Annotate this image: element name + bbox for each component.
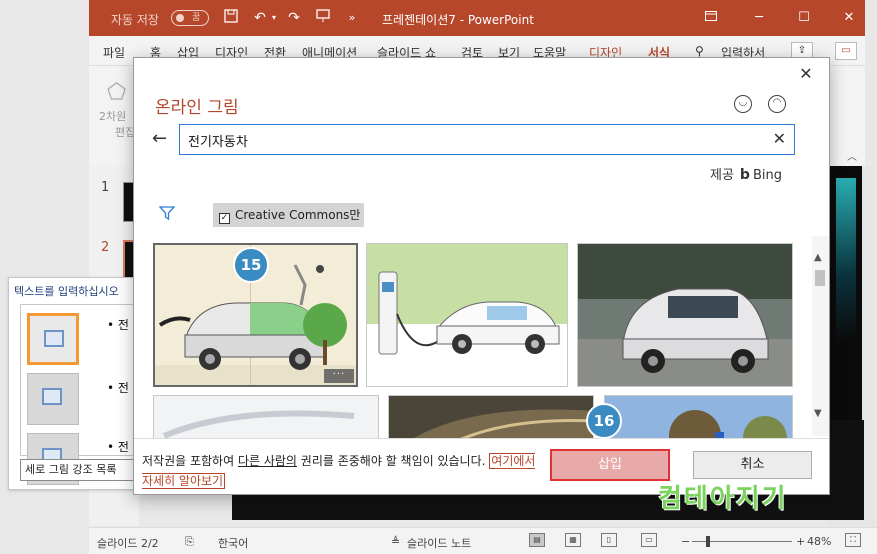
ribbon-search-icon[interactable]: ⚲ bbox=[695, 44, 704, 58]
step-badge: 16 bbox=[586, 403, 622, 439]
copyright-notice: 저작권을 포함하여 다른 사람의 권리를 존중해야 할 책임이 있습니다. 여기… bbox=[142, 451, 542, 491]
maximize-icon[interactable]: ☐ bbox=[794, 8, 814, 28]
layout-name-field: 세로 그림 강조 목록 bbox=[20, 459, 144, 481]
back-arrow-icon[interactable]: ← bbox=[152, 128, 167, 149]
language-status[interactable]: 한국어 bbox=[218, 535, 248, 551]
image-result[interactable] bbox=[153, 395, 379, 438]
status-bar: 슬라이드 2/2 ⎘ 한국어 ≜ 슬라이드 노트 ▤ ▦ ▯ ▭ − + 48%… bbox=[89, 527, 877, 554]
text-pane-bullet[interactable]: • 전 bbox=[107, 438, 129, 455]
fit-to-window-icon[interactable]: ⛶ bbox=[845, 533, 861, 547]
close-window-icon[interactable]: ✕ bbox=[839, 8, 859, 28]
scroll-down-icon[interactable]: ▼ bbox=[814, 408, 822, 419]
picture-icon bbox=[44, 330, 64, 347]
road-sunset-image bbox=[389, 396, 593, 438]
autosave-toggle[interactable]: 꿈 bbox=[171, 10, 209, 26]
ev-image-partial bbox=[154, 396, 378, 438]
picture-placeholder[interactable] bbox=[27, 373, 79, 425]
image-result[interactable] bbox=[577, 243, 793, 387]
slide-sorter-icon[interactable]: ▦ bbox=[565, 533, 581, 547]
charging-station-image bbox=[367, 244, 567, 386]
slide-counter: 슬라이드 2/2 bbox=[97, 537, 159, 550]
provider-label: 제공 bbox=[710, 168, 734, 183]
scrollbar-thumb[interactable] bbox=[815, 270, 825, 286]
document-title: 프레젠테이션7 - PowerPoint bbox=[382, 13, 534, 27]
parking-trees-image bbox=[605, 396, 792, 438]
powerpoint-window: 자동 저장 꿈 ↶ ▾ ↷ » 프레젠테이션7 - PowerPoint ─ ☐… bbox=[0, 0, 877, 554]
results-scrollbar[interactable]: ▲ ▼ bbox=[812, 236, 829, 436]
concept-car-image bbox=[578, 244, 792, 386]
title-bar: 자동 저장 꿈 ↶ ▾ ↷ » 프레젠테이션7 - PowerPoint ─ ☐… bbox=[89, 0, 865, 36]
text-pane-title: 텍스트를 입력하십시오 bbox=[14, 285, 119, 298]
search-box: ✕ bbox=[179, 124, 795, 155]
bing-logo-icon: b bbox=[739, 167, 750, 183]
more-commands-icon[interactable]: » bbox=[343, 9, 361, 27]
checkbox-checked-icon[interactable]: ✓ bbox=[219, 213, 230, 224]
zoom-level[interactable]: 48% bbox=[807, 535, 831, 548]
picture-placeholder-selected[interactable] bbox=[27, 313, 79, 365]
search-input[interactable] bbox=[188, 129, 758, 151]
provider-attribution: 제공 b Bing bbox=[710, 164, 782, 183]
accessibility-icon[interactable]: ⎘ bbox=[185, 535, 194, 549]
scroll-up-icon[interactable]: ▲ bbox=[814, 252, 822, 263]
reading-view-icon[interactable]: ▯ bbox=[601, 533, 617, 547]
slide-decoration bbox=[836, 178, 856, 338]
clear-search-icon[interactable]: ✕ bbox=[773, 129, 786, 148]
text-pane-bullet[interactable]: • 전 bbox=[107, 379, 129, 396]
slideshow-view-icon[interactable]: ▭ bbox=[641, 533, 657, 547]
dialog-title: 온라인 그림 bbox=[155, 98, 239, 118]
slide-number: 2 bbox=[101, 240, 110, 255]
cc-filter-label: Creative Commons만 bbox=[235, 208, 361, 222]
normal-view-icon[interactable]: ▤ bbox=[529, 533, 545, 547]
save-icon[interactable] bbox=[222, 9, 240, 27]
undo-dropdown-icon[interactable]: ▾ bbox=[265, 9, 283, 27]
more-options-icon[interactable]: ··· bbox=[324, 369, 354, 383]
shape-edit-icon[interactable]: ⬠ bbox=[107, 80, 126, 105]
smile-icon[interactable]: ◡ bbox=[734, 95, 752, 113]
ribbon-group-label: 2차원 bbox=[99, 110, 127, 123]
copyright-text: 저작권을 포함하여 bbox=[142, 454, 238, 468]
redo-icon[interactable]: ↷ bbox=[285, 9, 303, 27]
provider-name: Bing bbox=[752, 168, 782, 183]
slide-number: 1 bbox=[101, 180, 110, 195]
creative-commons-filter[interactable]: ✓ Creative Commons만 bbox=[213, 203, 365, 227]
notes-icon[interactable]: ≜ bbox=[391, 535, 400, 548]
zoom-in-icon[interactable]: + bbox=[796, 535, 805, 548]
insert-button[interactable]: 삽입 bbox=[550, 449, 670, 481]
comments-icon[interactable]: ▭ bbox=[835, 42, 857, 60]
zoom-out-icon[interactable]: − bbox=[681, 535, 690, 548]
text-pane-bullet[interactable]: • 전 bbox=[107, 316, 129, 333]
copyright-text: 권리를 존중해야 할 책임이 있습니다. bbox=[296, 454, 490, 468]
zoom-slider-thumb[interactable] bbox=[706, 536, 710, 547]
image-result[interactable] bbox=[366, 243, 568, 387]
watermark-logo: 컴테아지기 bbox=[658, 484, 788, 514]
collapse-ribbon-icon[interactable]: ︿ bbox=[847, 148, 857, 163]
picture-icon bbox=[42, 388, 62, 405]
frown-icon[interactable]: ◠ bbox=[768, 95, 786, 113]
notes-toggle[interactable]: 슬라이드 노트 bbox=[407, 535, 471, 551]
minimize-icon[interactable]: ─ bbox=[749, 8, 769, 28]
tab-file[interactable]: 파일 bbox=[103, 44, 125, 61]
image-result[interactable] bbox=[388, 395, 594, 438]
copyright-text-underlined: 다른 사람의 bbox=[237, 454, 297, 468]
cancel-button[interactable]: 취소 bbox=[693, 451, 812, 479]
step-badge: 15 bbox=[233, 247, 269, 283]
ribbon-display-icon[interactable] bbox=[701, 8, 721, 28]
autosave-label: 자동 저장 bbox=[111, 13, 159, 27]
image-result[interactable] bbox=[604, 395, 793, 438]
present-icon[interactable] bbox=[314, 9, 332, 27]
close-icon[interactable]: ✕ bbox=[796, 64, 816, 84]
smartart-text-pane: 텍스트를 입력하십시오 • 전 • 전 • 전 세로 그림 강조 목록 bbox=[8, 277, 145, 490]
filter-icon[interactable] bbox=[158, 206, 177, 222]
